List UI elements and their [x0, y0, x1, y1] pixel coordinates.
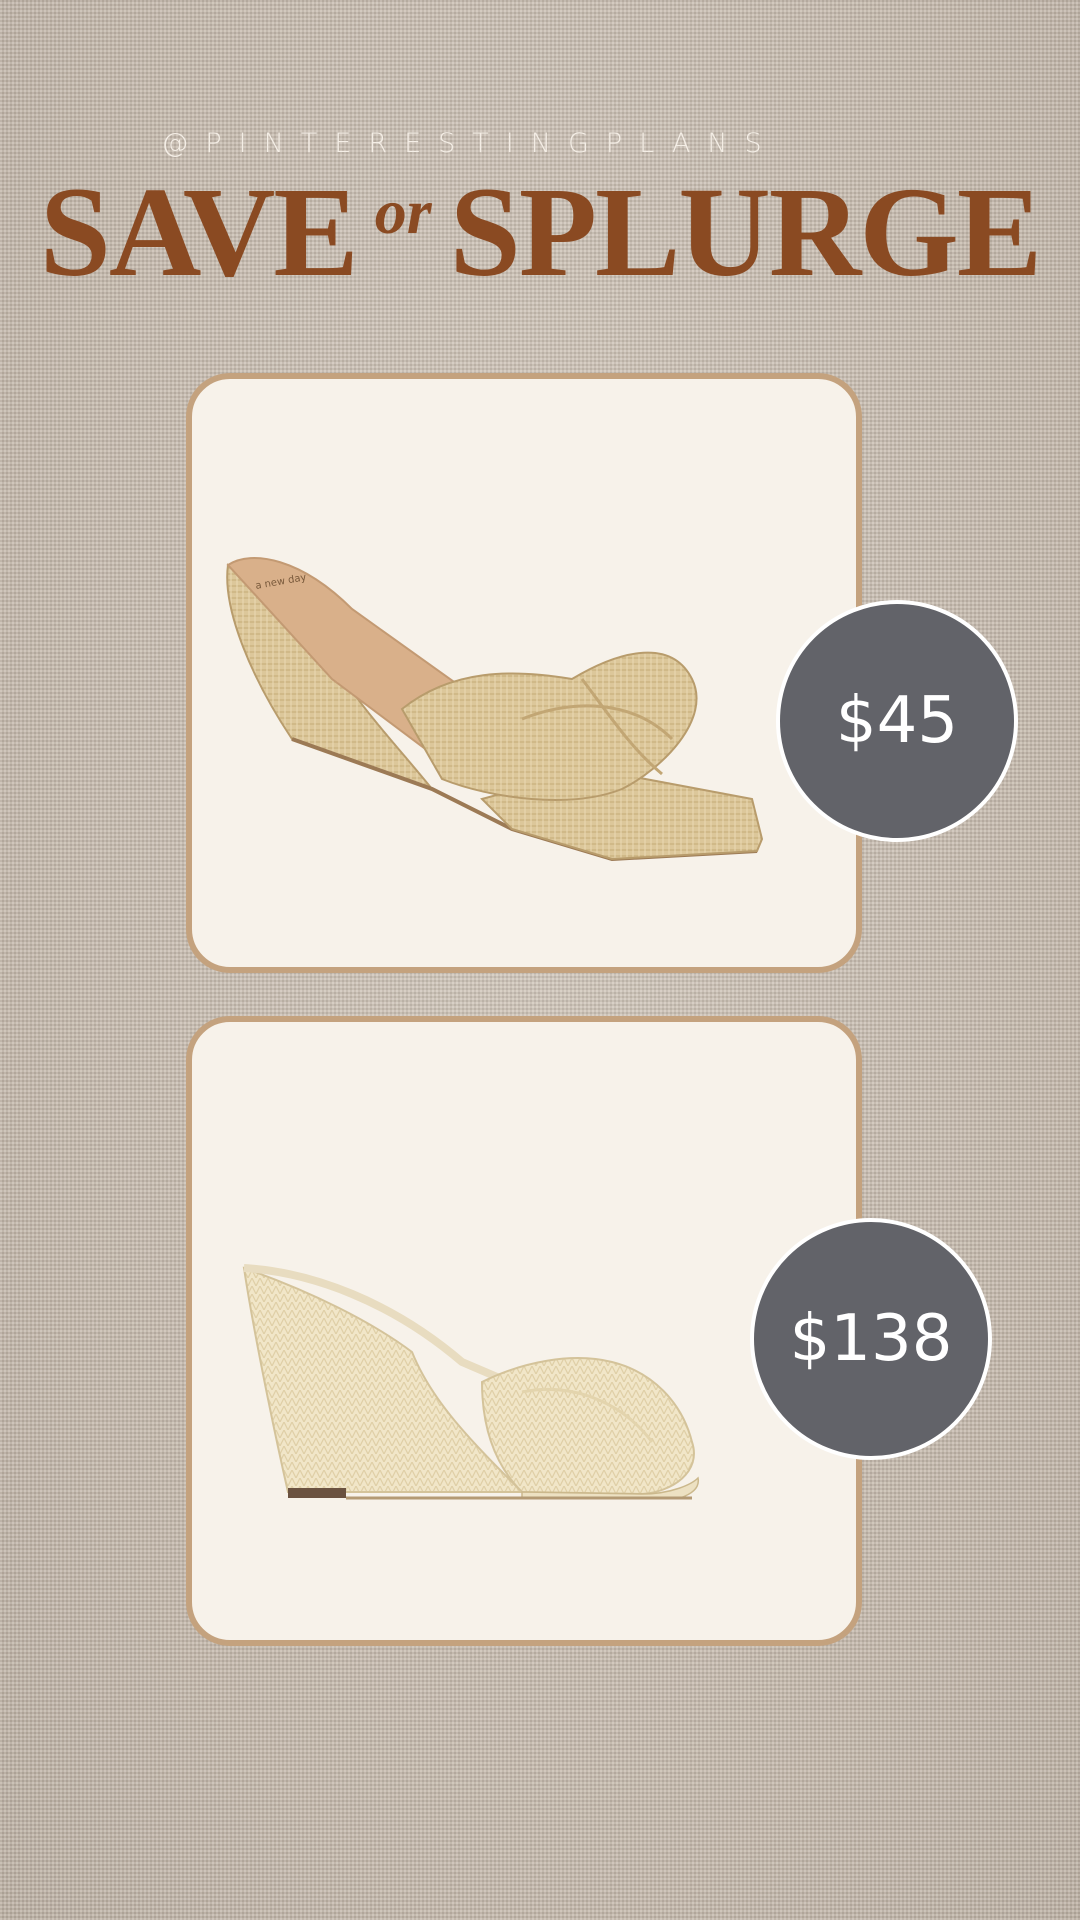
- price-splurge: $138: [789, 1302, 953, 1376]
- raffia-wedge-sandal-image: a new day: [226, 557, 764, 862]
- title-save: SAVE: [39, 161, 359, 303]
- handle-text: @PINTERESTINGPLANS: [161, 128, 779, 159]
- page-title: SAVE or SPLURGE: [0, 168, 1080, 296]
- product-card-save[interactable]: a new day: [186, 373, 862, 973]
- title-or: or: [374, 176, 432, 247]
- price-save: $45: [835, 684, 959, 758]
- price-badge-splurge: $138: [750, 1218, 992, 1460]
- title-splurge: SPLURGE: [449, 161, 1043, 303]
- price-badge-save: $45: [776, 600, 1018, 842]
